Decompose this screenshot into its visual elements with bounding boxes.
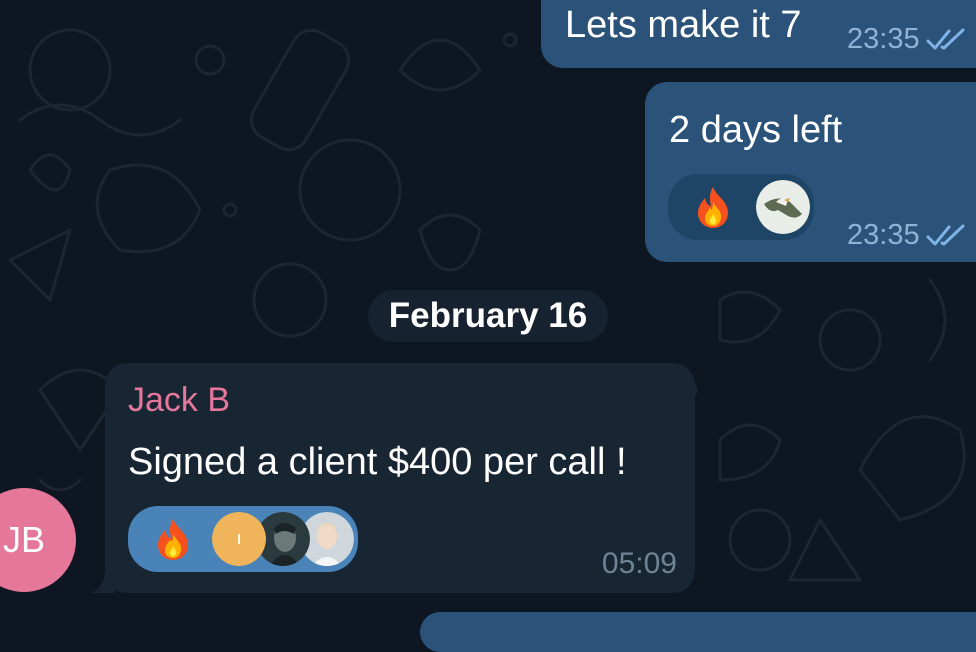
sender-name[interactable]: Jack B	[128, 381, 230, 420]
reactions-bar[interactable]	[668, 174, 814, 240]
message-text: 2 days left	[669, 109, 843, 151]
message-text: Signed a client $400 per call !	[128, 441, 627, 483]
double-check-icon	[926, 224, 965, 245]
incoming-message[interactable]: Jack B Signed a client $400 per call ! 0…	[91, 363, 695, 593]
message-time: 05:09	[601, 547, 677, 580]
double-check-icon	[926, 28, 965, 49]
message-text: Lets make it 7	[565, 4, 802, 46]
eagle-avatar-icon	[756, 180, 810, 234]
outgoing-message[interactable]: Lets make it 7 23:35	[541, 0, 976, 68]
yellow-avatar-icon	[212, 512, 266, 566]
outgoing-message-partial[interactable]	[420, 612, 976, 652]
message-meta: 23:35	[847, 23, 966, 56]
date-separator: February 16	[368, 290, 608, 342]
message-time: 23:35	[847, 219, 920, 251]
bubble-tail	[91, 569, 115, 593]
fire-emoji-icon[interactable]	[690, 184, 736, 230]
reactions-bar[interactable]	[128, 506, 358, 572]
outgoing-message[interactable]: 2 days left 23:35	[645, 82, 976, 262]
sender-avatar[interactable]: JB	[0, 488, 76, 592]
fire-emoji-icon[interactable]	[150, 516, 196, 562]
message-time: 23:35	[847, 23, 920, 55]
message-meta: 23:35	[847, 219, 966, 252]
